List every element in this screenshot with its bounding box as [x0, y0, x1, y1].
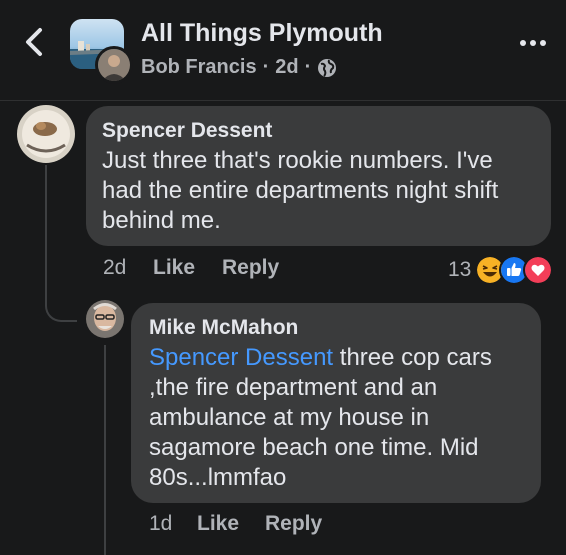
comment-time[interactable]: 2d — [103, 256, 126, 280]
thread-line — [104, 345, 106, 555]
comment-time[interactable]: 1d — [149, 512, 172, 536]
post-header: All Things Plymouth Bob Francis · 2d · — [0, 0, 566, 101]
more-dots-icon[interactable] — [518, 36, 548, 50]
mention-link[interactable]: Spencer Dessent — [149, 344, 333, 371]
comment-bubble: Spencer Dessent Just three that's rookie… — [86, 106, 551, 246]
comment-author[interactable]: Mike McMahon — [149, 315, 523, 341]
post-time[interactable]: 2d — [275, 56, 298, 79]
post-meta: Bob Francis · 2d · — [141, 56, 337, 79]
reply-button[interactable]: Reply — [222, 256, 279, 280]
comment-text: Spencer Dessent three cop cars ,the fire… — [149, 343, 523, 493]
avatar[interactable] — [17, 105, 75, 163]
thread-connector — [45, 280, 77, 322]
chevron-left-icon[interactable] — [20, 24, 48, 60]
poster-name[interactable]: Bob Francis — [141, 56, 257, 79]
meta-separator: · — [262, 56, 270, 78]
comment-bubble: Mike McMahon Spencer Dessent three cop c… — [131, 303, 541, 503]
meta-separator: · — [304, 56, 312, 78]
reaction-summary[interactable]: 13 — [448, 255, 554, 285]
group-name[interactable]: All Things Plymouth — [141, 19, 383, 48]
thread-line — [45, 165, 47, 295]
reaction-count: 13 — [448, 258, 472, 281]
comment-author[interactable]: Spencer Dessent — [102, 118, 535, 144]
globe-icon — [318, 58, 337, 77]
poster-avatar[interactable] — [95, 46, 133, 84]
like-button[interactable]: Like — [197, 512, 239, 536]
avatar[interactable] — [86, 300, 124, 338]
comment-text: Just three that's rookie numbers. I've h… — [102, 147, 499, 234]
reply-button[interactable]: Reply — [265, 512, 322, 536]
love-reaction-icon — [523, 255, 554, 285]
like-button[interactable]: Like — [153, 256, 195, 280]
